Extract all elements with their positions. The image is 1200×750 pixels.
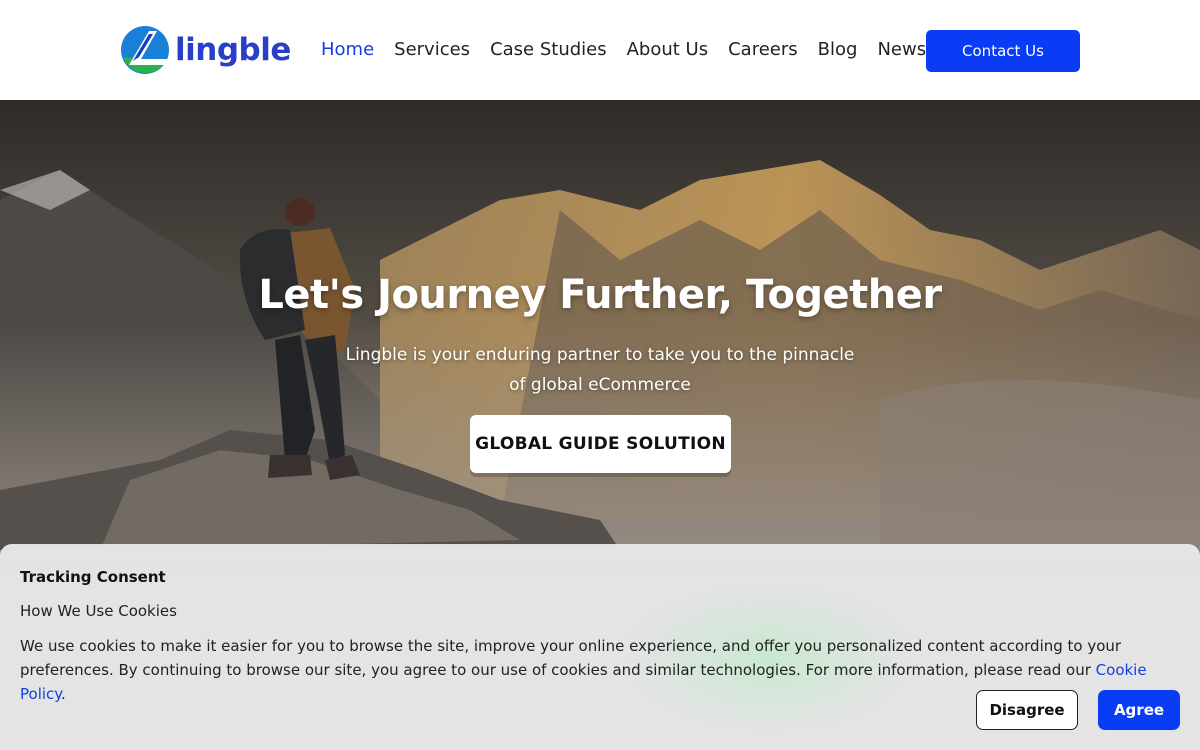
disagree-button[interactable]: Disagree [976,690,1078,730]
main-nav: Home Services Case Studies About Us Care… [321,36,946,64]
lingble-logo-icon [121,26,169,74]
contact-us-button[interactable]: Contact Us [926,30,1080,72]
nav-item-case-studies[interactable]: Case Studies [490,36,607,64]
cookie-text-body: We use cookies to make it easier for you… [20,637,1122,679]
cookie-subtitle: How We Use Cookies [20,602,177,620]
nav-item-home[interactable]: Home [321,36,374,64]
hero-subtitle: Lingble is your enduring partner to take… [345,345,855,395]
cookie-text-end: . [61,685,66,703]
brand-name: lingble [175,32,291,68]
global-guide-solution-button[interactable]: GLOBAL GUIDE SOLUTION [470,415,731,473]
nav-item-news[interactable]: News [877,36,926,64]
cookie-title: Tracking Consent [20,568,166,586]
hero-title: Let's Journey Further, Together [258,272,942,318]
nav-item-careers[interactable]: Careers [728,36,798,64]
nav-item-blog[interactable]: Blog [818,36,858,64]
nav-item-services[interactable]: Services [394,36,470,64]
nav-item-about-us[interactable]: About Us [627,36,709,64]
agree-button[interactable]: Agree [1098,690,1180,730]
site-header: lingble Home Services Case Studies About… [0,0,1200,100]
brand-logo[interactable]: lingble [119,25,291,75]
cookie-consent-banner: Tracking Consent How We Use Cookies We u… [0,544,1200,750]
